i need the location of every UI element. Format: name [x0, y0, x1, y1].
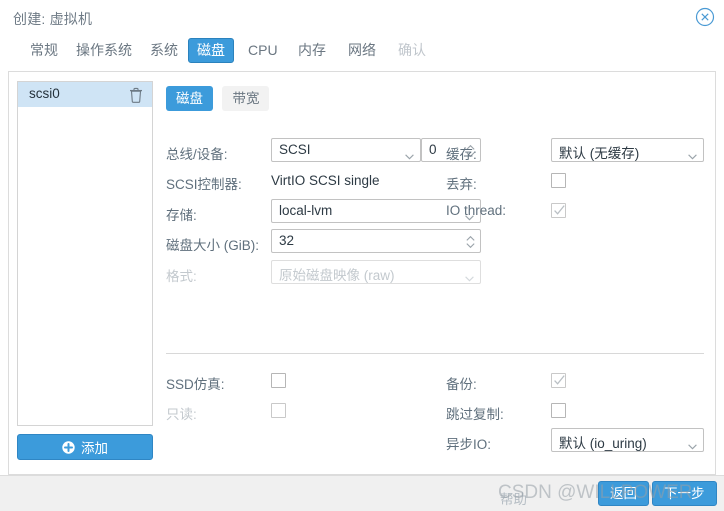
section-divider — [166, 353, 704, 354]
tab-cpu[interactable]: CPU — [240, 38, 286, 63]
chevron-down-icon — [688, 437, 697, 450]
backup-checkbox — [551, 373, 566, 388]
storage-label: 存储: — [166, 208, 197, 223]
discard-label: 丢弃: — [446, 177, 477, 192]
back-button[interactable]: 返回 — [598, 481, 649, 506]
device-name: scsi0 — [29, 86, 60, 101]
tab-os[interactable]: 操作系统 — [68, 38, 140, 63]
async-io-select[interactable]: 默认 (io_uring) — [551, 428, 704, 452]
subtab-bandwidth[interactable]: 带宽 — [222, 86, 270, 111]
create-vm-dialog: 创建: 虚拟机 常规 操作系统 系统 磁盘 CPU 内存 网络 确认 scsi0 — [0, 0, 724, 511]
tab-confirm: 确认 — [398, 42, 426, 58]
chevron-down-icon — [405, 147, 414, 160]
disks-panel: scsi0 添加 磁盘 带宽 总线/设备: SCSI 0 SCSI控制器: Vi… — [8, 71, 716, 475]
help-link[interactable]: 帮助 — [500, 488, 527, 508]
cache-select-value: 默认 (无缓存) — [559, 146, 640, 161]
tab-disks[interactable]: 磁盘 — [188, 38, 234, 63]
add-button-label: 添加 — [81, 441, 108, 456]
stepper-arrows-icon[interactable] — [466, 235, 475, 249]
dialog-titlebar: 创建: 虚拟机 — [0, 0, 724, 33]
dialog-footer: 帮助 返回 下一步 — [0, 475, 724, 511]
disk-form: 磁盘 带宽 总线/设备: SCSI 0 SCSI控制器: VirtIO SCSI… — [161, 81, 709, 461]
async-io-label: 异步IO: — [446, 437, 492, 452]
storage-select-value: local-lvm — [279, 203, 333, 218]
skip-replication-label: 跳过复制: — [446, 407, 504, 422]
ssd-emulation-label: SSD仿真: — [166, 377, 225, 392]
device-index-value: 0 — [429, 142, 437, 157]
list-item-scsi0[interactable]: scsi0 — [18, 82, 152, 108]
trash-icon[interactable] — [129, 87, 143, 103]
skip-replication-checkbox[interactable] — [551, 403, 566, 418]
scsi-controller-label: SCSI控制器: — [166, 177, 242, 192]
disk-subtabs: 磁盘 带宽 — [166, 86, 274, 111]
cache-select[interactable]: 默认 (无缓存) — [551, 138, 704, 162]
close-icon[interactable] — [695, 7, 715, 27]
async-io-select-value: 默认 (io_uring) — [559, 436, 647, 451]
backup-label: 备份: — [446, 377, 477, 392]
device-list: scsi0 — [17, 81, 153, 426]
chevron-down-icon — [465, 269, 474, 282]
format-select: 原始磁盘映像 (raw) — [271, 260, 481, 284]
next-button[interactable]: 下一步 — [652, 481, 717, 506]
add-button[interactable]: 添加 — [17, 434, 153, 460]
tab-memory[interactable]: 内存 — [290, 38, 334, 63]
disk-size-label: 磁盘大小 (GiB): — [166, 238, 259, 253]
ssd-emulation-checkbox[interactable] — [271, 373, 286, 388]
bus-select-value: SCSI — [279, 142, 311, 157]
read-only-checkbox — [271, 403, 286, 418]
tab-system[interactable]: 系统 — [142, 38, 186, 63]
io-thread-checkbox — [551, 203, 566, 218]
wizard-tabs: 常规 操作系统 系统 磁盘 CPU 内存 网络 确认 — [0, 33, 724, 69]
disk-size-value: 32 — [279, 233, 295, 248]
scsi-controller-value: VirtIO SCSI single — [271, 173, 380, 188]
chevron-down-icon — [688, 147, 697, 160]
format-select-value: 原始磁盘映像 (raw) — [279, 268, 395, 283]
format-label: 格式: — [166, 269, 197, 284]
tab-network[interactable]: 网络 — [340, 38, 384, 63]
disk-size-stepper[interactable]: 32 — [271, 229, 481, 253]
tab-general[interactable]: 常规 — [22, 38, 66, 63]
plus-circle-icon — [62, 440, 75, 454]
discard-checkbox[interactable] — [551, 173, 566, 188]
bus-select[interactable]: SCSI — [271, 138, 421, 162]
io-thread-label: IO thread: — [446, 203, 507, 218]
bus-device-label: 总线/设备: — [166, 147, 228, 162]
subtab-disk[interactable]: 磁盘 — [166, 86, 213, 111]
read-only-label: 只读: — [166, 407, 197, 422]
cache-label: 缓存: — [446, 147, 477, 162]
dialog-title: 创建: 虚拟机 — [13, 11, 93, 27]
